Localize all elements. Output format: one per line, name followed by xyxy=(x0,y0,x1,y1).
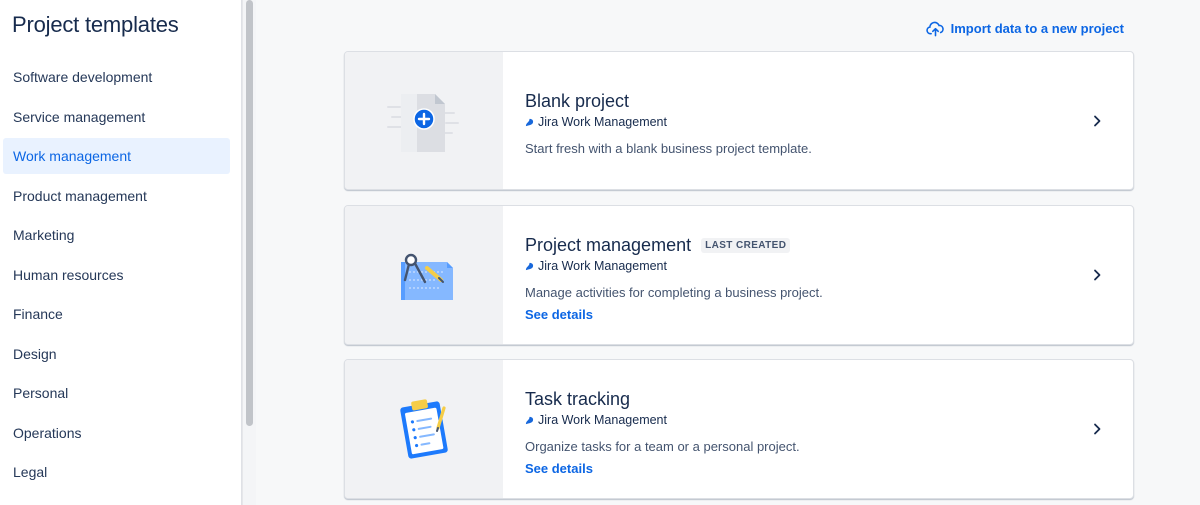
chevron-right-icon xyxy=(1094,423,1101,435)
card-illustration xyxy=(345,52,503,189)
sidebar-item-work-management[interactable]: Work management xyxy=(3,138,230,174)
cloud-upload-icon xyxy=(925,21,944,37)
card-description: Manage activities for completing a busin… xyxy=(525,285,823,300)
sidebar-item-marketing[interactable]: Marketing xyxy=(3,217,230,253)
import-data-link[interactable]: Import data to a new project xyxy=(925,20,1124,37)
blueprint-compass-icon xyxy=(401,253,453,300)
product-label: Jira Work Management xyxy=(525,115,1133,129)
card-illustration xyxy=(345,360,503,498)
sidebar: Project templates Software development S… xyxy=(0,0,242,505)
jira-logo-icon xyxy=(525,118,534,126)
card-title: Task tracking xyxy=(525,389,631,409)
sidebar-item-design[interactable]: Design xyxy=(3,336,230,372)
sidebar-item-software-development[interactable]: Software development xyxy=(3,59,230,95)
sidebar-scrollbar[interactable] xyxy=(242,0,256,505)
product-name: Jira Work Management xyxy=(538,259,667,273)
product-label: Jira Work Management xyxy=(525,413,1133,427)
card-title-row: Task tracking xyxy=(525,389,1133,410)
jira-logo-icon xyxy=(525,262,534,270)
card-body: Project management LAST CREATED Jira Wor… xyxy=(503,206,1133,344)
last-created-badge: LAST CREATED xyxy=(701,238,791,253)
jira-logo-icon xyxy=(525,416,534,424)
card-illustration xyxy=(345,206,503,344)
sidebar-item-human-resources[interactable]: Human resources xyxy=(3,257,230,293)
chevron-right-icon xyxy=(1094,269,1101,281)
see-details-link[interactable]: See details xyxy=(525,307,593,322)
card-description: Organize tasks for a team or a personal … xyxy=(525,439,800,454)
main-content: Import data to a new project Blank proje… xyxy=(256,0,1200,505)
template-card-blank-project[interactable]: Blank project Jira Work Management Start… xyxy=(344,51,1134,190)
chevron-right-icon xyxy=(1094,115,1101,126)
card-title: Project management xyxy=(525,235,692,255)
see-details-link[interactable]: See details xyxy=(525,461,593,476)
clipboard-checklist-icon xyxy=(400,399,448,459)
sidebar-title: Project templates xyxy=(12,12,179,37)
sidebar-item-operations[interactable]: Operations xyxy=(3,415,230,451)
card-body: Task tracking Jira Work Management Organ… xyxy=(503,360,1133,498)
product-name: Jira Work Management xyxy=(538,413,667,427)
sidebar-item-personal[interactable]: Personal xyxy=(3,375,230,411)
sidebar-item-finance[interactable]: Finance xyxy=(3,296,230,332)
card-body: Blank project Jira Work Management Start… xyxy=(503,52,1133,189)
template-card-project-management[interactable]: Project management LAST CREATED Jira Wor… xyxy=(344,205,1134,345)
card-title-row: Blank project xyxy=(525,91,1133,112)
card-title: Blank project xyxy=(525,91,630,111)
product-name: Jira Work Management xyxy=(538,115,667,129)
template-category-nav: Software development Service management … xyxy=(3,59,230,494)
import-data-label: Import data to a new project xyxy=(950,21,1124,36)
product-label: Jira Work Management xyxy=(525,259,1133,273)
blank-document-plus-icon xyxy=(387,93,459,152)
template-card-task-tracking[interactable]: Task tracking Jira Work Management Organ… xyxy=(344,359,1134,499)
scrollbar-thumb[interactable] xyxy=(246,0,253,426)
card-title-row: Project management LAST CREATED xyxy=(525,235,1133,256)
sidebar-item-service-management[interactable]: Service management xyxy=(3,99,230,135)
card-description: Start fresh with a blank business projec… xyxy=(525,141,812,156)
sidebar-item-product-management[interactable]: Product management xyxy=(3,178,230,214)
sidebar-item-legal[interactable]: Legal xyxy=(3,454,230,490)
